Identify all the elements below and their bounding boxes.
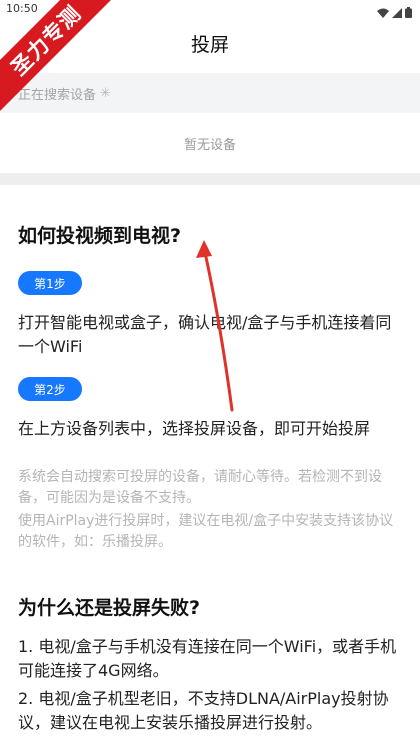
guide-title: 如何投视频到电视? [18, 225, 182, 247]
device-list: 暂无设备 [0, 113, 420, 173]
failure-reason: 2. 电视/盒子机型老旧，不支持DLNA/AirPlay投射协议，建议在电视上安… [18, 689, 389, 732]
section-divider [0, 173, 420, 185]
spinner-icon: ✳ [100, 85, 111, 101]
hint-text: 系统会自动搜索可投屏的设备，请耐心等待。若检测不到设备，可能因为是设备不支持。 [18, 469, 382, 506]
status-time: 10:50 [6, 2, 38, 15]
failure-title: 为什么还是投屏失败? [18, 597, 201, 619]
step-1-text: 打开智能电视或盒子，确认电视/盒子与手机连接着同一个WiFi [18, 313, 392, 356]
page-title: 投屏 [190, 33, 229, 56]
empty-device-text: 暂无设备 [183, 137, 236, 153]
failure-reason: 1. 电视/盒子与手机没有连接在同一个WiFi，或者手机可能连接了4G网络。 [18, 637, 397, 680]
step-1-badge: 第1步 [18, 271, 82, 295]
hint-text: 使用AirPlay进行投屏时，建议在电视/盒子中安装支持该协议的软件，如：乐播投… [18, 513, 394, 550]
step-2-text: 在上方设备列表中，选择投屏设备，即可开始投屏 [18, 419, 371, 438]
device-search-status: 正在搜索设备 ✳ [0, 73, 420, 113]
search-status-text: 正在搜索设备 [18, 87, 97, 103]
step-2-badge: 第2步 [18, 377, 82, 401]
